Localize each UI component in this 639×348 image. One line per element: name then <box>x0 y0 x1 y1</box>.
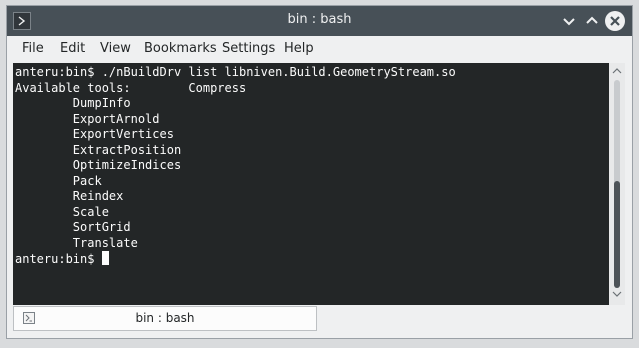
chevron-up-icon <box>586 16 598 24</box>
terminal-line: ExtractPosition <box>15 142 182 157</box>
scroll-up-icon[interactable] <box>612 66 622 76</box>
maximize-button[interactable] <box>582 11 602 31</box>
terminal-line: Scale <box>15 204 109 219</box>
terminal-line: ExportArnold <box>15 111 160 126</box>
konsole-window: bin : bash File Edit View Bookmarks Sett… <box>6 5 633 339</box>
menu-bookmarks[interactable]: Bookmarks <box>144 41 217 56</box>
menu-edit[interactable]: Edit <box>60 41 85 56</box>
terminal-line: ExportVertices <box>15 127 174 141</box>
scrollbar-thumb[interactable] <box>614 181 620 288</box>
menu-file[interactable]: File <box>22 41 44 56</box>
terminal-line: OptimizeIndices <box>15 158 182 172</box>
terminal-line: DumpInfo <box>15 96 131 110</box>
scroll-down-icon[interactable] <box>612 289 622 299</box>
chevron-down-icon <box>563 18 575 26</box>
menu-view[interactable]: View <box>100 41 131 56</box>
tab-label: bin : bash <box>135 311 195 325</box>
text-cursor <box>101 251 109 265</box>
terminal-line: Pack <box>15 173 102 188</box>
terminal-line: anteru:bin$ ./nBuildDrv list libniven.Bu… <box>15 65 456 79</box>
vertical-scrollbar[interactable] <box>609 63 625 305</box>
terminal-line: Reindex <box>15 189 124 203</box>
menu-bar: File Edit View Bookmarks Settings Help <box>7 36 632 62</box>
terminal-output[interactable]: anteru:bin$ ./nBuildDrv list libniven.Bu… <box>13 63 625 305</box>
title-bar[interactable]: bin : bash <box>7 6 632 36</box>
terminal-line: SortGrid <box>15 220 131 234</box>
tab-bar: bin : bash <box>13 306 625 336</box>
terminal-line: Translate <box>15 235 138 250</box>
terminal-line: Available tools: Compress <box>15 80 247 95</box>
menu-help[interactable]: Help <box>284 41 314 56</box>
tab-bin-bash[interactable]: bin : bash <box>13 306 317 331</box>
close-button[interactable] <box>605 11 625 31</box>
window-title: bin : bash <box>287 12 352 27</box>
terminal-text: anteru:bin$ ./nBuildDrv list libniven.Bu… <box>15 65 456 268</box>
close-icon <box>610 16 620 26</box>
minimize-button[interactable] <box>559 11 579 31</box>
terminal-prompt: anteru:bin$ <box>15 252 102 266</box>
menu-settings[interactable]: Settings <box>222 41 275 56</box>
